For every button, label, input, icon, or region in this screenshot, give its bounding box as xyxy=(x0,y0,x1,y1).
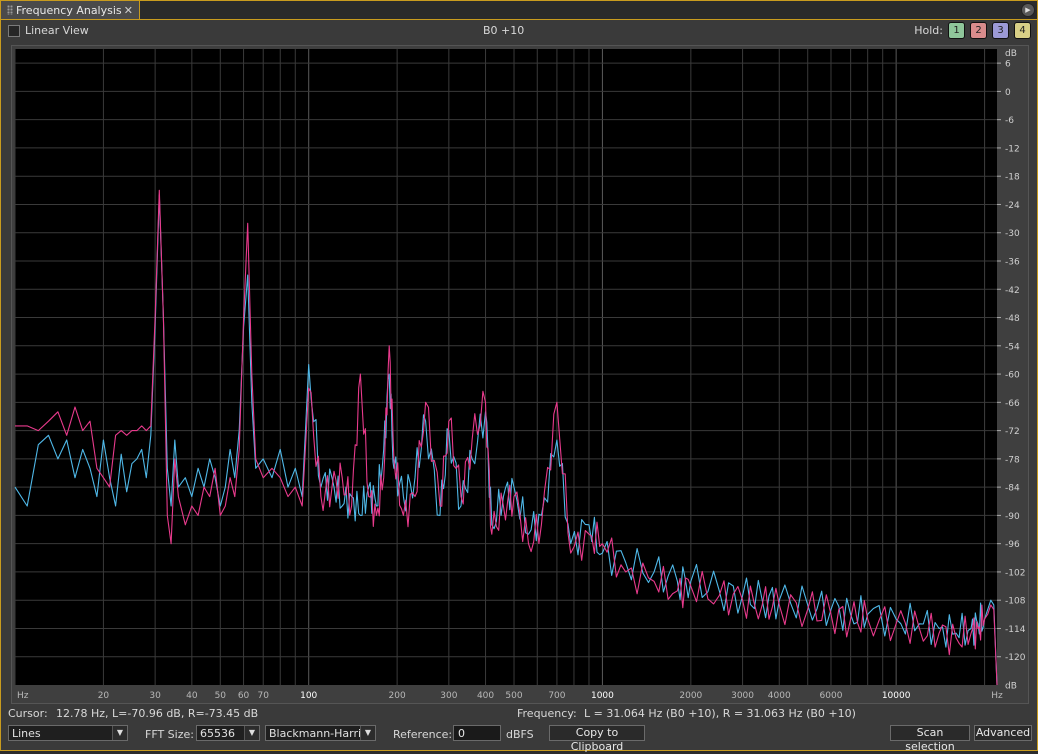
reference-unit: dBFS xyxy=(506,728,534,741)
x-tick-label: 2000 xyxy=(679,691,702,701)
drag-grip-icon[interactable] xyxy=(7,5,13,15)
cursor-readout-row: Cursor: 12.78 Hz, L=-70.96 dB, R=-73.45 … xyxy=(1,705,1037,723)
x-tick-label: 10000 xyxy=(882,691,911,701)
window-function-select[interactable]: Blackmann-Harris ▼ xyxy=(265,725,376,741)
y-tick-label: -84 xyxy=(1005,484,1020,494)
hold-controls: Hold: 1 2 3 4 xyxy=(914,22,1031,39)
y-tick-label: -30 xyxy=(1005,229,1020,239)
x-tick-label: 100 xyxy=(300,691,317,701)
analysis-controls: Lines ▼ FFT Size: 65536 ▼ Blackmann-Harr… xyxy=(1,725,1037,753)
hold-button-1[interactable]: 1 xyxy=(948,22,965,39)
hold-button-4[interactable]: 4 xyxy=(1014,22,1031,39)
y-tick-label: dB xyxy=(1005,682,1017,692)
y-tick-label: -72 xyxy=(1005,427,1020,437)
y-tick-label: -36 xyxy=(1005,258,1020,268)
y-tick-label: -66 xyxy=(1005,399,1020,409)
y-tick-label: -108 xyxy=(1005,597,1026,607)
hold-button-3[interactable]: 3 xyxy=(992,22,1009,39)
x-tick-label: 70 xyxy=(257,691,269,701)
x-tick-label: Hz xyxy=(991,691,1003,701)
window-function-value: Blackmann-Harris xyxy=(269,727,367,740)
analysis-toolbar: Linear View B0 +10 Hold: 1 2 3 4 xyxy=(1,20,1037,42)
cursor-label: Cursor: xyxy=(8,707,48,720)
frequency-analysis-panel: Frequency Analysis ✕ ▶ Linear View B0 +1… xyxy=(0,0,1038,753)
x-tick-label: 20 xyxy=(98,691,110,701)
reference-input[interactable] xyxy=(453,725,501,741)
display-mode-value: Lines xyxy=(12,727,41,740)
x-tick-label: 200 xyxy=(389,691,406,701)
fft-size-select[interactable]: 65536 ▼ xyxy=(196,725,260,741)
x-tick-label: 3000 xyxy=(731,691,754,701)
hold-button-2[interactable]: 2 xyxy=(970,22,987,39)
x-tick-label: 40 xyxy=(186,691,198,701)
x-tick-label: 1000 xyxy=(591,691,614,701)
linear-view-label: Linear View xyxy=(25,24,89,37)
fft-size-value: 65536 xyxy=(200,727,235,740)
chevron-down-icon[interactable]: ▼ xyxy=(112,726,127,740)
display-mode-select[interactable]: Lines ▼ xyxy=(8,725,128,741)
panel-tab-strip: Frequency Analysis ✕ ▶ xyxy=(1,1,1037,20)
y-tick-label: -114 xyxy=(1005,625,1026,635)
x-axis-ticks: Hz 20 30 40 50 60 70 100 200 300 400 500 700 1000 2000… xyxy=(17,691,1003,701)
spectrum-graph[interactable]: Hz 20 30 40 50 60 70 100 200 300 400 500 700 1000 2000… xyxy=(11,45,1029,704)
y-tick-label: -90 xyxy=(1005,512,1020,522)
advanced-button[interactable]: Advanced xyxy=(974,725,1032,741)
y-tick-label: -12 xyxy=(1005,144,1020,154)
y-tick-label: -6 xyxy=(1005,116,1014,126)
linear-view-checkbox[interactable] xyxy=(8,24,20,37)
x-tick-label: 500 xyxy=(505,691,522,701)
fft-size-label: FFT Size: xyxy=(145,728,194,741)
hold-label: Hold: xyxy=(914,24,943,37)
x-tick-label: 4000 xyxy=(768,691,791,701)
x-tick-label: 6000 xyxy=(820,691,843,701)
chevron-down-icon[interactable]: ▼ xyxy=(244,726,259,740)
reference-label: Reference: xyxy=(393,728,453,741)
note-readout: B0 +10 xyxy=(483,24,525,37)
y-tick-label: -18 xyxy=(1005,173,1020,183)
y-tick-label: 6 xyxy=(1005,60,1011,70)
y-axis-ticks: dB60-6-12-18-24-30-36-42-48-54-60-66-72-… xyxy=(997,49,1026,692)
copy-to-clipboard-button[interactable]: Copy to Clipboard xyxy=(549,725,645,753)
y-tick-label: -48 xyxy=(1005,314,1020,324)
x-tick-label: 700 xyxy=(548,691,565,701)
x-tick-label: 400 xyxy=(477,691,494,701)
x-tick-label: 300 xyxy=(440,691,457,701)
y-tick-label: -42 xyxy=(1005,286,1020,296)
frequency-label: Frequency: xyxy=(517,707,577,720)
y-tick-label: -120 xyxy=(1005,653,1026,663)
x-tick-label: 30 xyxy=(149,691,161,701)
y-tick-label: -96 xyxy=(1005,540,1020,550)
x-tick-label: Hz xyxy=(17,691,29,701)
scan-selection-button[interactable]: Scan selection xyxy=(890,725,970,753)
panel-title: Frequency Analysis xyxy=(16,3,122,17)
chevron-down-icon[interactable]: ▼ xyxy=(360,726,375,740)
y-tick-label: -102 xyxy=(1005,568,1025,578)
plot-background xyxy=(15,49,997,685)
y-tick-label: -60 xyxy=(1005,371,1020,381)
y-tick-label: -54 xyxy=(1005,342,1020,352)
x-tick-label: 50 xyxy=(215,691,227,701)
x-tick-label: 60 xyxy=(238,691,250,701)
frequency-value: L = 31.064 Hz (B0 +10), R = 31.063 Hz (B… xyxy=(584,707,856,720)
y-tick-label: -24 xyxy=(1005,201,1020,211)
panel-tab[interactable]: Frequency Analysis ✕ xyxy=(1,1,140,19)
cursor-value: 12.78 Hz, L=-70.96 dB, R=-73.45 dB xyxy=(56,707,259,720)
close-icon[interactable]: ✕ xyxy=(124,4,133,17)
spectrum-chart[interactable]: Hz 20 30 40 50 60 70 100 200 300 400 500 700 1000 2000… xyxy=(12,46,1028,703)
panel-menu-icon[interactable]: ▶ xyxy=(1021,3,1035,17)
y-tick-label: 0 xyxy=(1005,88,1011,98)
linear-view-toggle[interactable]: Linear View xyxy=(8,24,89,37)
y-tick-label: dB xyxy=(1005,49,1017,59)
y-tick-label: -78 xyxy=(1005,455,1020,465)
